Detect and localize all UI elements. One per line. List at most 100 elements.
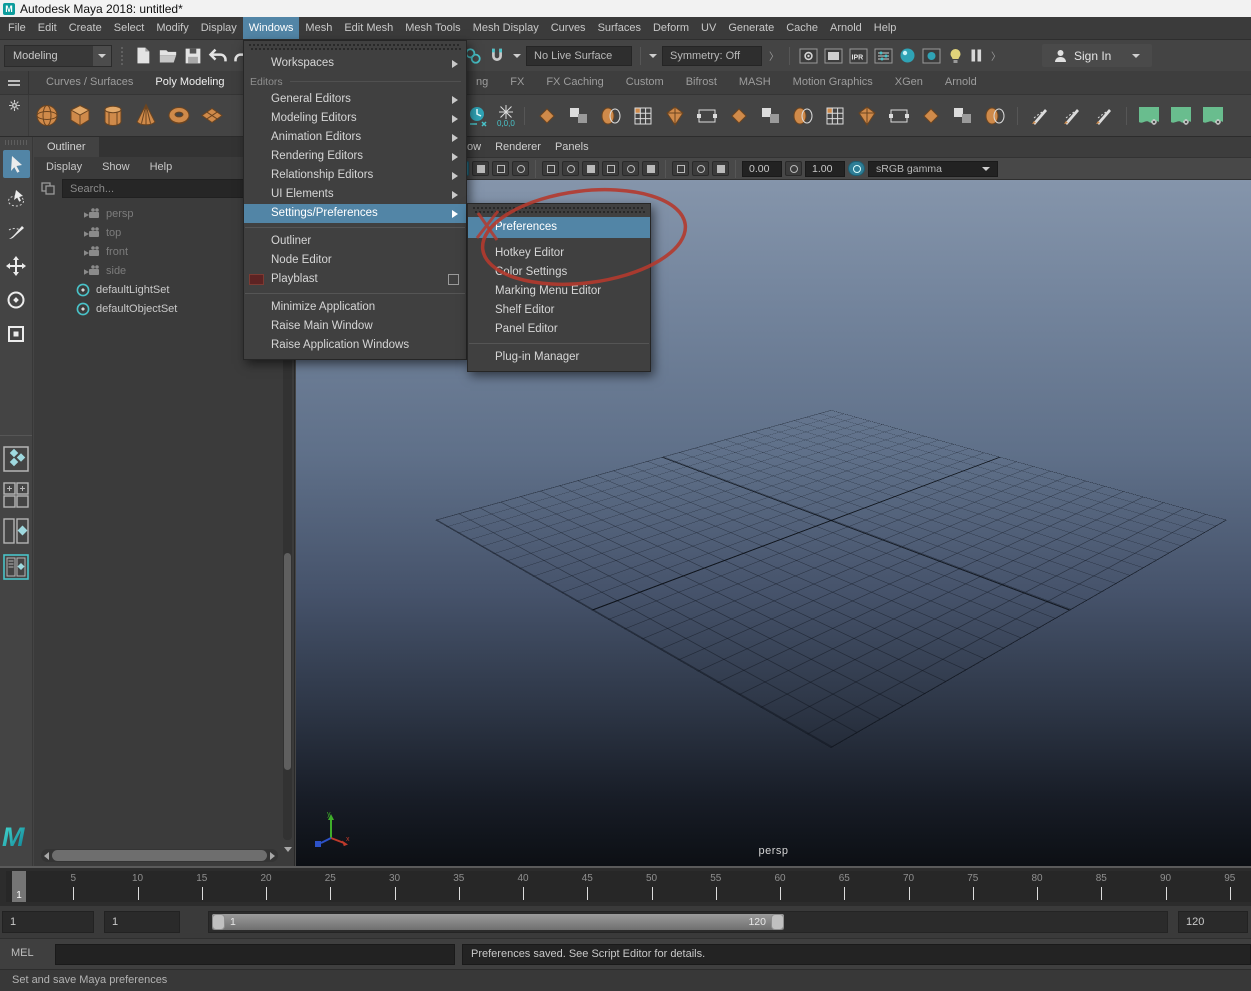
render-settings-icon[interactable] xyxy=(873,46,894,66)
menu-surfaces[interactable]: Surfaces xyxy=(592,17,647,39)
rotate-tool[interactable] xyxy=(3,286,30,314)
menu-item-ui-elements[interactable]: UI Elements xyxy=(244,185,466,204)
smooth-icon[interactable] xyxy=(918,102,944,130)
construction-history-icon[interactable] xyxy=(465,102,491,130)
hypershade-icon[interactable] xyxy=(898,46,917,66)
playback-end-field[interactable]: 120 xyxy=(1178,911,1248,933)
outliner-tab[interactable]: Outliner xyxy=(34,137,99,157)
live-surface-field[interactable]: No Live Surface xyxy=(526,46,632,66)
range-start-handle[interactable] xyxy=(212,914,225,930)
shelf-tab-fx[interactable]: FX xyxy=(499,71,535,94)
sculpt-tool-icon[interactable] xyxy=(1136,102,1162,130)
smooth-target-icon[interactable] xyxy=(1168,102,1194,130)
combine-icon[interactable] xyxy=(566,102,592,130)
range-end-handle[interactable] xyxy=(771,914,784,930)
mirror-geometry-icon[interactable] xyxy=(630,102,656,130)
section-expander-icon[interactable]: 〉 xyxy=(991,48,1001,63)
bridge-icon[interactable] xyxy=(822,102,848,130)
menu-create[interactable]: Create xyxy=(63,17,108,39)
anti-aliasing-icon[interactable] xyxy=(622,161,639,176)
menu-mesh-tools[interactable]: Mesh Tools xyxy=(399,17,466,39)
snap-to-origin-icon[interactable]: 0,0,0 xyxy=(497,104,515,128)
menu-item-node-editor[interactable]: Node Editor xyxy=(244,251,466,270)
toolbox-drag-handle[interactable] xyxy=(5,140,27,145)
xray-icon[interactable] xyxy=(642,161,659,176)
move-tool[interactable] xyxy=(3,252,30,280)
outliner-filter-icon[interactable] xyxy=(37,179,59,198)
poly-cone-icon[interactable] xyxy=(133,102,159,130)
symmetry-field[interactable]: Symmetry: Off xyxy=(662,46,762,66)
light-editor-icon[interactable] xyxy=(946,46,965,66)
boolean-icon[interactable] xyxy=(950,102,976,130)
quad-split-layout[interactable] xyxy=(2,480,30,510)
select-tool[interactable] xyxy=(3,150,30,178)
poly-cube-icon[interactable] xyxy=(67,102,93,130)
offset-edge-loop-icon[interactable] xyxy=(1059,102,1085,130)
menu-item-settings-preferences[interactable]: Settings/Preferences xyxy=(244,204,466,223)
insert-edge-loop-icon[interactable] xyxy=(1027,102,1053,130)
playback-range-bar[interactable]: 1 120 xyxy=(212,914,784,930)
render-setup-icon[interactable] xyxy=(921,46,942,66)
menu-item-marking-menu-editor[interactable]: Marking Menu Editor xyxy=(468,282,650,301)
shelf-menu-icon[interactable] xyxy=(0,71,29,94)
gamma-icon[interactable] xyxy=(785,161,802,176)
menu-file[interactable]: File xyxy=(2,17,32,39)
duplicate-face-icon[interactable] xyxy=(886,102,912,130)
menu-set-selector[interactable]: Modeling xyxy=(4,45,112,67)
render-current-frame-icon[interactable] xyxy=(823,46,844,66)
save-scene-icon[interactable] xyxy=(182,45,204,67)
isolate-select-icon[interactable] xyxy=(672,161,689,176)
playback-start-field[interactable]: 1 xyxy=(104,911,180,933)
menu-arnold[interactable]: Arnold xyxy=(824,17,868,39)
menu-item-preferences[interactable]: Preferences xyxy=(468,217,650,238)
outliner-persp-layout[interactable] xyxy=(2,552,30,582)
menu-item-rendering-editors[interactable]: Rendering Editors xyxy=(244,147,466,166)
menu-item-hotkey-editor[interactable]: Hotkey Editor xyxy=(468,244,650,263)
menu-tearoff-handle[interactable] xyxy=(249,44,461,50)
menu-item-general-editors[interactable]: General Editors xyxy=(244,90,466,109)
undo-icon[interactable] xyxy=(207,45,229,67)
grid-fill-icon[interactable] xyxy=(694,102,720,130)
separate-icon[interactable] xyxy=(598,102,624,130)
viewport-menu-renderer[interactable]: Renderer xyxy=(488,137,548,157)
scroll-right-icon[interactable] xyxy=(270,852,275,860)
menu-item-shelf-editor[interactable]: Shelf Editor xyxy=(468,301,650,320)
circularize-icon[interactable] xyxy=(854,102,880,130)
poly-cylinder-icon[interactable] xyxy=(100,102,126,130)
scroll-left-icon[interactable] xyxy=(44,852,49,860)
menu-select[interactable]: Select xyxy=(108,17,151,39)
menu-item-minimize-application[interactable]: Minimize Application xyxy=(244,298,466,317)
snap-magnet-icon[interactable] xyxy=(486,45,508,67)
lasso-select-tool[interactable] xyxy=(3,184,30,212)
shelf-tab-curves-surfaces[interactable]: Curves / Surfaces xyxy=(35,71,144,94)
shelf-options-gear-icon[interactable] xyxy=(0,95,29,136)
menu-mesh[interactable]: Mesh xyxy=(299,17,338,39)
menu-item-raise-main-window[interactable]: Raise Main Window xyxy=(244,317,466,336)
outliner-menu-help[interactable]: Help xyxy=(140,157,183,177)
menu-item-workspaces[interactable]: Workspaces xyxy=(244,54,466,73)
lights-icon[interactable] xyxy=(542,161,559,176)
scrollbar-thumb[interactable] xyxy=(52,850,267,861)
viewport-menu-panels[interactable]: Panels xyxy=(548,137,596,157)
slide-edge-icon[interactable] xyxy=(1091,102,1117,130)
grease-pencil-icon[interactable] xyxy=(692,161,709,176)
menu-item-plug-in-manager[interactable]: Plug-in Manager xyxy=(468,348,650,367)
shelf-tab-xgen[interactable]: XGen xyxy=(884,71,934,94)
menu-item-playblast[interactable]: Playblast xyxy=(244,270,466,289)
shadows-icon[interactable] xyxy=(562,161,579,176)
multi-cut-icon[interactable] xyxy=(726,102,752,130)
menu-modify[interactable]: Modify xyxy=(150,17,194,39)
outliner-menu-display[interactable]: Display xyxy=(36,157,92,177)
two-pane-layout[interactable] xyxy=(2,516,30,546)
menu-item-panel-editor[interactable]: Panel Editor xyxy=(468,320,650,339)
menu-mesh-display[interactable]: Mesh Display xyxy=(467,17,545,39)
menu-item-animation-editors[interactable]: Animation Editors xyxy=(244,128,466,147)
shelf-tab-poly-modeling[interactable]: Poly Modeling xyxy=(144,71,235,94)
sign-in-button[interactable]: Sign In xyxy=(1042,44,1152,67)
color-transform-select[interactable]: sRGB gamma xyxy=(868,161,998,177)
menu-item-modeling-editors[interactable]: Modeling Editors xyxy=(244,109,466,128)
menu-item-color-settings[interactable]: Color Settings xyxy=(468,263,650,282)
poly-sphere-icon[interactable] xyxy=(34,102,60,130)
menu-item-outliner[interactable]: Outliner xyxy=(244,232,466,251)
range-slider-track[interactable]: 1 120 xyxy=(208,911,1168,933)
